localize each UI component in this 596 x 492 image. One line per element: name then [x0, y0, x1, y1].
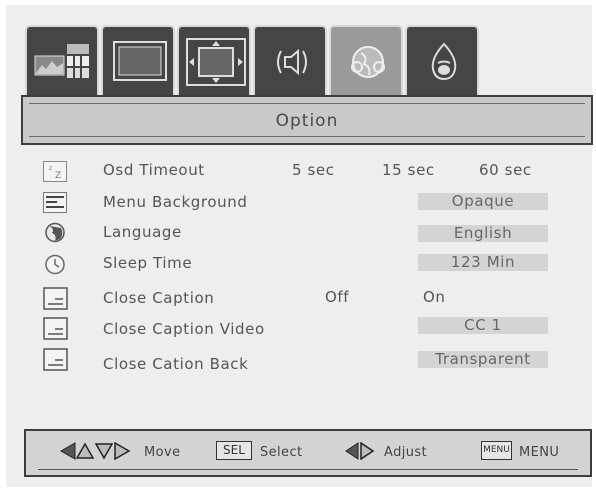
- menu-list-icon: [43, 192, 67, 213]
- svg-text:Z: Z: [55, 171, 61, 181]
- osd-timeout-15sec[interactable]: 15 sec: [382, 161, 435, 179]
- globe-icon: [45, 222, 65, 243]
- picture-settings-icon: [34, 44, 89, 78]
- parental-lock-icon: [431, 42, 457, 81]
- close-caption-video-label: Close Caption Video: [103, 320, 265, 338]
- osd-timeout-60sec[interactable]: 60 sec: [479, 161, 532, 179]
- menu-label: MENU: [519, 445, 560, 460]
- menu-background-label: Menu Background: [103, 193, 248, 211]
- sleep-zz-icon: z Z: [43, 161, 67, 182]
- caption-icon: [43, 287, 68, 310]
- sleep-time-value[interactable]: 123 Min: [418, 254, 548, 271]
- close-caption-on[interactable]: On: [423, 288, 446, 306]
- close-caption-off[interactable]: Off: [325, 288, 349, 306]
- language-label: Language: [103, 223, 182, 241]
- adjust-arrows-icon: [345, 442, 375, 460]
- tab-option[interactable]: [329, 25, 403, 97]
- menu-key: MENU: [481, 441, 512, 460]
- navigation-arrows-icon: [60, 442, 131, 460]
- title-line-top: [29, 103, 585, 104]
- sleep-time-label: Sleep Time: [103, 254, 193, 272]
- move-label: Move: [144, 445, 181, 460]
- tab-lock[interactable]: [405, 25, 479, 97]
- option-globe-icon: [351, 46, 385, 78]
- osd-timeout-label: Osd Timeout: [103, 161, 205, 179]
- title-bar: Option: [21, 95, 593, 145]
- screen-adjust-icon: [186, 38, 246, 86]
- close-caption-video-value[interactable]: CC 1: [418, 317, 548, 334]
- tab-screen-adjust[interactable]: [177, 25, 251, 97]
- close-caption-label: Close Caption: [103, 289, 215, 307]
- osd-timeout-5sec[interactable]: 5 sec: [292, 161, 335, 179]
- clock-icon: [45, 254, 65, 275]
- help-bar-line: [38, 469, 578, 470]
- select-label: Select: [260, 445, 303, 460]
- sel-key: SEL: [216, 441, 252, 460]
- adjust-label: Adjust: [384, 445, 428, 460]
- screen-icon: [113, 41, 167, 81]
- caption-icon: [43, 317, 68, 340]
- close-cation-back-label: Close Cation Back: [103, 355, 249, 373]
- title-line-bottom: [29, 136, 585, 137]
- language-value[interactable]: English: [418, 225, 548, 242]
- caption-icon: [43, 348, 68, 371]
- tab-screen[interactable]: [101, 25, 175, 97]
- close-cation-back-value[interactable]: Transparent: [418, 351, 548, 368]
- menu-background-value[interactable]: Opaque: [418, 193, 548, 210]
- svg-text:z: z: [49, 165, 52, 172]
- tab-audio[interactable]: [253, 25, 327, 97]
- tab-picture[interactable]: [25, 25, 99, 97]
- page-title: Option: [275, 111, 339, 131]
- audio-icon: [277, 48, 307, 76]
- help-bar: Move SEL Select Adjust MENU MENU: [24, 429, 592, 477]
